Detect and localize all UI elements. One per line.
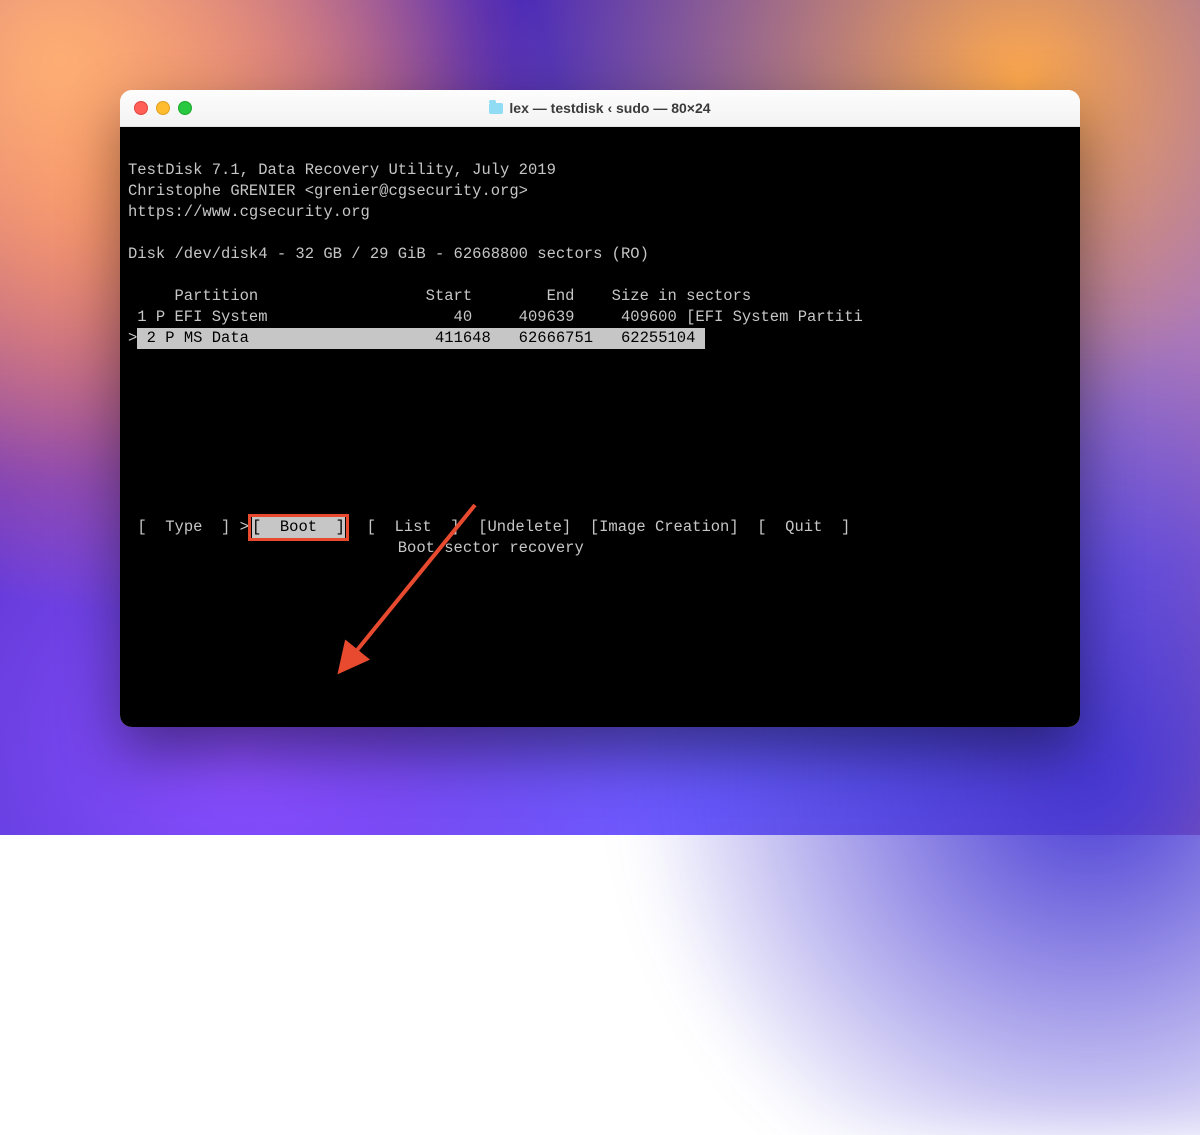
menu-undelete[interactable]: [Undelete] (478, 518, 571, 536)
url-line: https://www.cgsecurity.org (120, 203, 370, 221)
menu-list[interactable]: [ List ] (367, 518, 460, 536)
menu-description: Boot sector recovery (120, 539, 584, 557)
window-title-text: lex — testdisk ‹ sudo — 80×24 (509, 100, 710, 116)
close-icon[interactable] (134, 101, 148, 115)
menu-row: [ Type ] >[ Boot ] [ List ] [Undelete] [… (120, 518, 850, 536)
folder-icon (489, 103, 503, 114)
window-title: lex — testdisk ‹ sudo — 80×24 (120, 100, 1080, 116)
app-header-line: TestDisk 7.1, Data Recovery Utility, Jul… (120, 161, 556, 179)
partition-row-2-selected[interactable]: > 2 P MS Data 411648 62666751 62255104 (120, 329, 705, 347)
menu-quit[interactable]: [ Quit ] (757, 518, 850, 536)
disk-info-line: Disk /dev/disk4 - 32 GB / 29 GiB - 62668… (120, 245, 649, 263)
menu-type[interactable]: [ Type ] (137, 518, 230, 536)
terminal-window: lex — testdisk ‹ sudo — 80×24 TestDisk 7… (120, 90, 1080, 727)
window-controls (120, 101, 192, 115)
partition-table-header: Partition Start End Size in sectors (120, 287, 751, 305)
menu-image[interactable]: [Image Creation] (590, 518, 739, 536)
terminal-content[interactable]: TestDisk 7.1, Data Recovery Utility, Jul… (120, 127, 1080, 727)
zoom-icon[interactable] (178, 101, 192, 115)
author-line: Christophe GRENIER <grenier@cgsecurity.o… (120, 182, 528, 200)
menu-boot-highlighted[interactable]: [ Boot ] (248, 514, 349, 541)
partition-row-1[interactable]: 1 P EFI System 40 409639 409600 [EFI Sys… (120, 308, 863, 326)
minimize-icon[interactable] (156, 101, 170, 115)
window-titlebar[interactable]: lex — testdisk ‹ sudo — 80×24 (120, 90, 1080, 127)
